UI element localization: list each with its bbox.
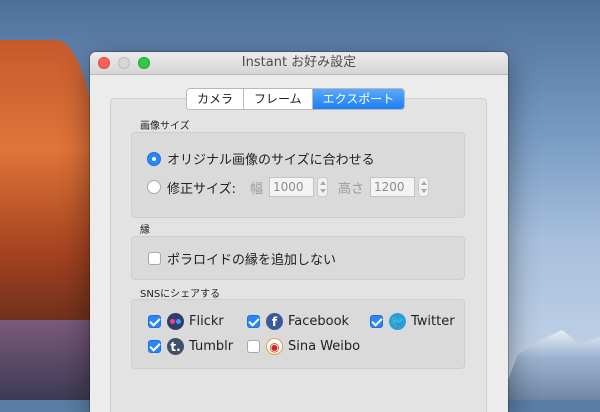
border-section-label: 縁: [140, 225, 150, 236]
radio-custom-size[interactable]: 修正サイズ: 幅 1000 高さ 1200: [147, 177, 430, 197]
tumblr-checkbox[interactable]: [148, 340, 161, 353]
window-title: Instant お好み設定: [241, 55, 357, 70]
tab-camera[interactable]: カメラ: [187, 89, 245, 109]
flickr-icon: [167, 313, 184, 330]
facebook-label: Facebook: [288, 314, 350, 329]
no-border-checkbox-row[interactable]: ポラロイドの縁を追加しない: [148, 249, 336, 268]
height-stepper[interactable]: [418, 177, 430, 197]
flickr-label: Flickr: [189, 314, 224, 329]
image-size-group: [131, 132, 465, 218]
twitter-checkbox[interactable]: [370, 315, 383, 328]
flickr-checkbox[interactable]: [148, 315, 161, 328]
radio-original-indicator[interactable]: [147, 151, 161, 166]
sns-facebook-row[interactable]: f Facebook: [247, 313, 349, 330]
radio-original-size[interactable]: オリジナル画像のサイズに合わせる: [147, 149, 375, 168]
sns-group: [131, 299, 465, 369]
twitter-label: Twitter: [411, 314, 455, 329]
preferences-window: Instant お好み設定 カメラ フレーム エクスポート 画像サイズ オリジナ…: [90, 52, 508, 412]
twitter-icon: 🐦: [389, 313, 406, 330]
tab-frame[interactable]: フレーム: [244, 89, 313, 109]
facebook-checkbox[interactable]: [247, 315, 260, 328]
sns-flickr-row[interactable]: Flickr: [148, 313, 224, 330]
title-bar[interactable]: Instant お好み設定: [90, 52, 508, 75]
facebook-icon: f: [266, 313, 283, 330]
width-stepper[interactable]: [317, 177, 329, 197]
sns-tumblr-row[interactable]: t. Tumblr: [148, 338, 233, 355]
no-border-checkbox[interactable]: [148, 252, 161, 265]
width-field[interactable]: 1000: [269, 177, 315, 197]
tab-bar: カメラ フレーム エクスポート: [186, 88, 406, 110]
weibo-checkbox[interactable]: [247, 340, 260, 353]
tumblr-icon: t.: [167, 338, 184, 355]
radio-original-label: オリジナル画像のサイズに合わせる: [167, 153, 375, 168]
image-size-section-label: 画像サイズ: [140, 121, 190, 132]
weibo-label: Sina Weibo: [288, 339, 361, 354]
weibo-icon: ◉: [266, 338, 283, 355]
height-field[interactable]: 1200: [370, 177, 416, 197]
wallpaper-mountain-left: [0, 320, 100, 400]
height-label: 高さ: [338, 181, 365, 197]
tumblr-label: Tumblr: [189, 339, 234, 354]
tab-export[interactable]: エクスポート: [312, 89, 405, 109]
radio-custom-indicator[interactable]: [147, 180, 161, 194]
sns-twitter-row[interactable]: 🐦 Twitter: [370, 313, 455, 330]
sns-weibo-row[interactable]: ◉ Sina Weibo: [247, 338, 360, 355]
no-border-label: ポラロイドの縁を追加しない: [167, 253, 337, 268]
width-label: 幅: [250, 181, 264, 197]
radio-custom-label: 修正サイズ:: [167, 181, 236, 197]
sns-section-label: SNSにシェアする: [140, 289, 221, 300]
